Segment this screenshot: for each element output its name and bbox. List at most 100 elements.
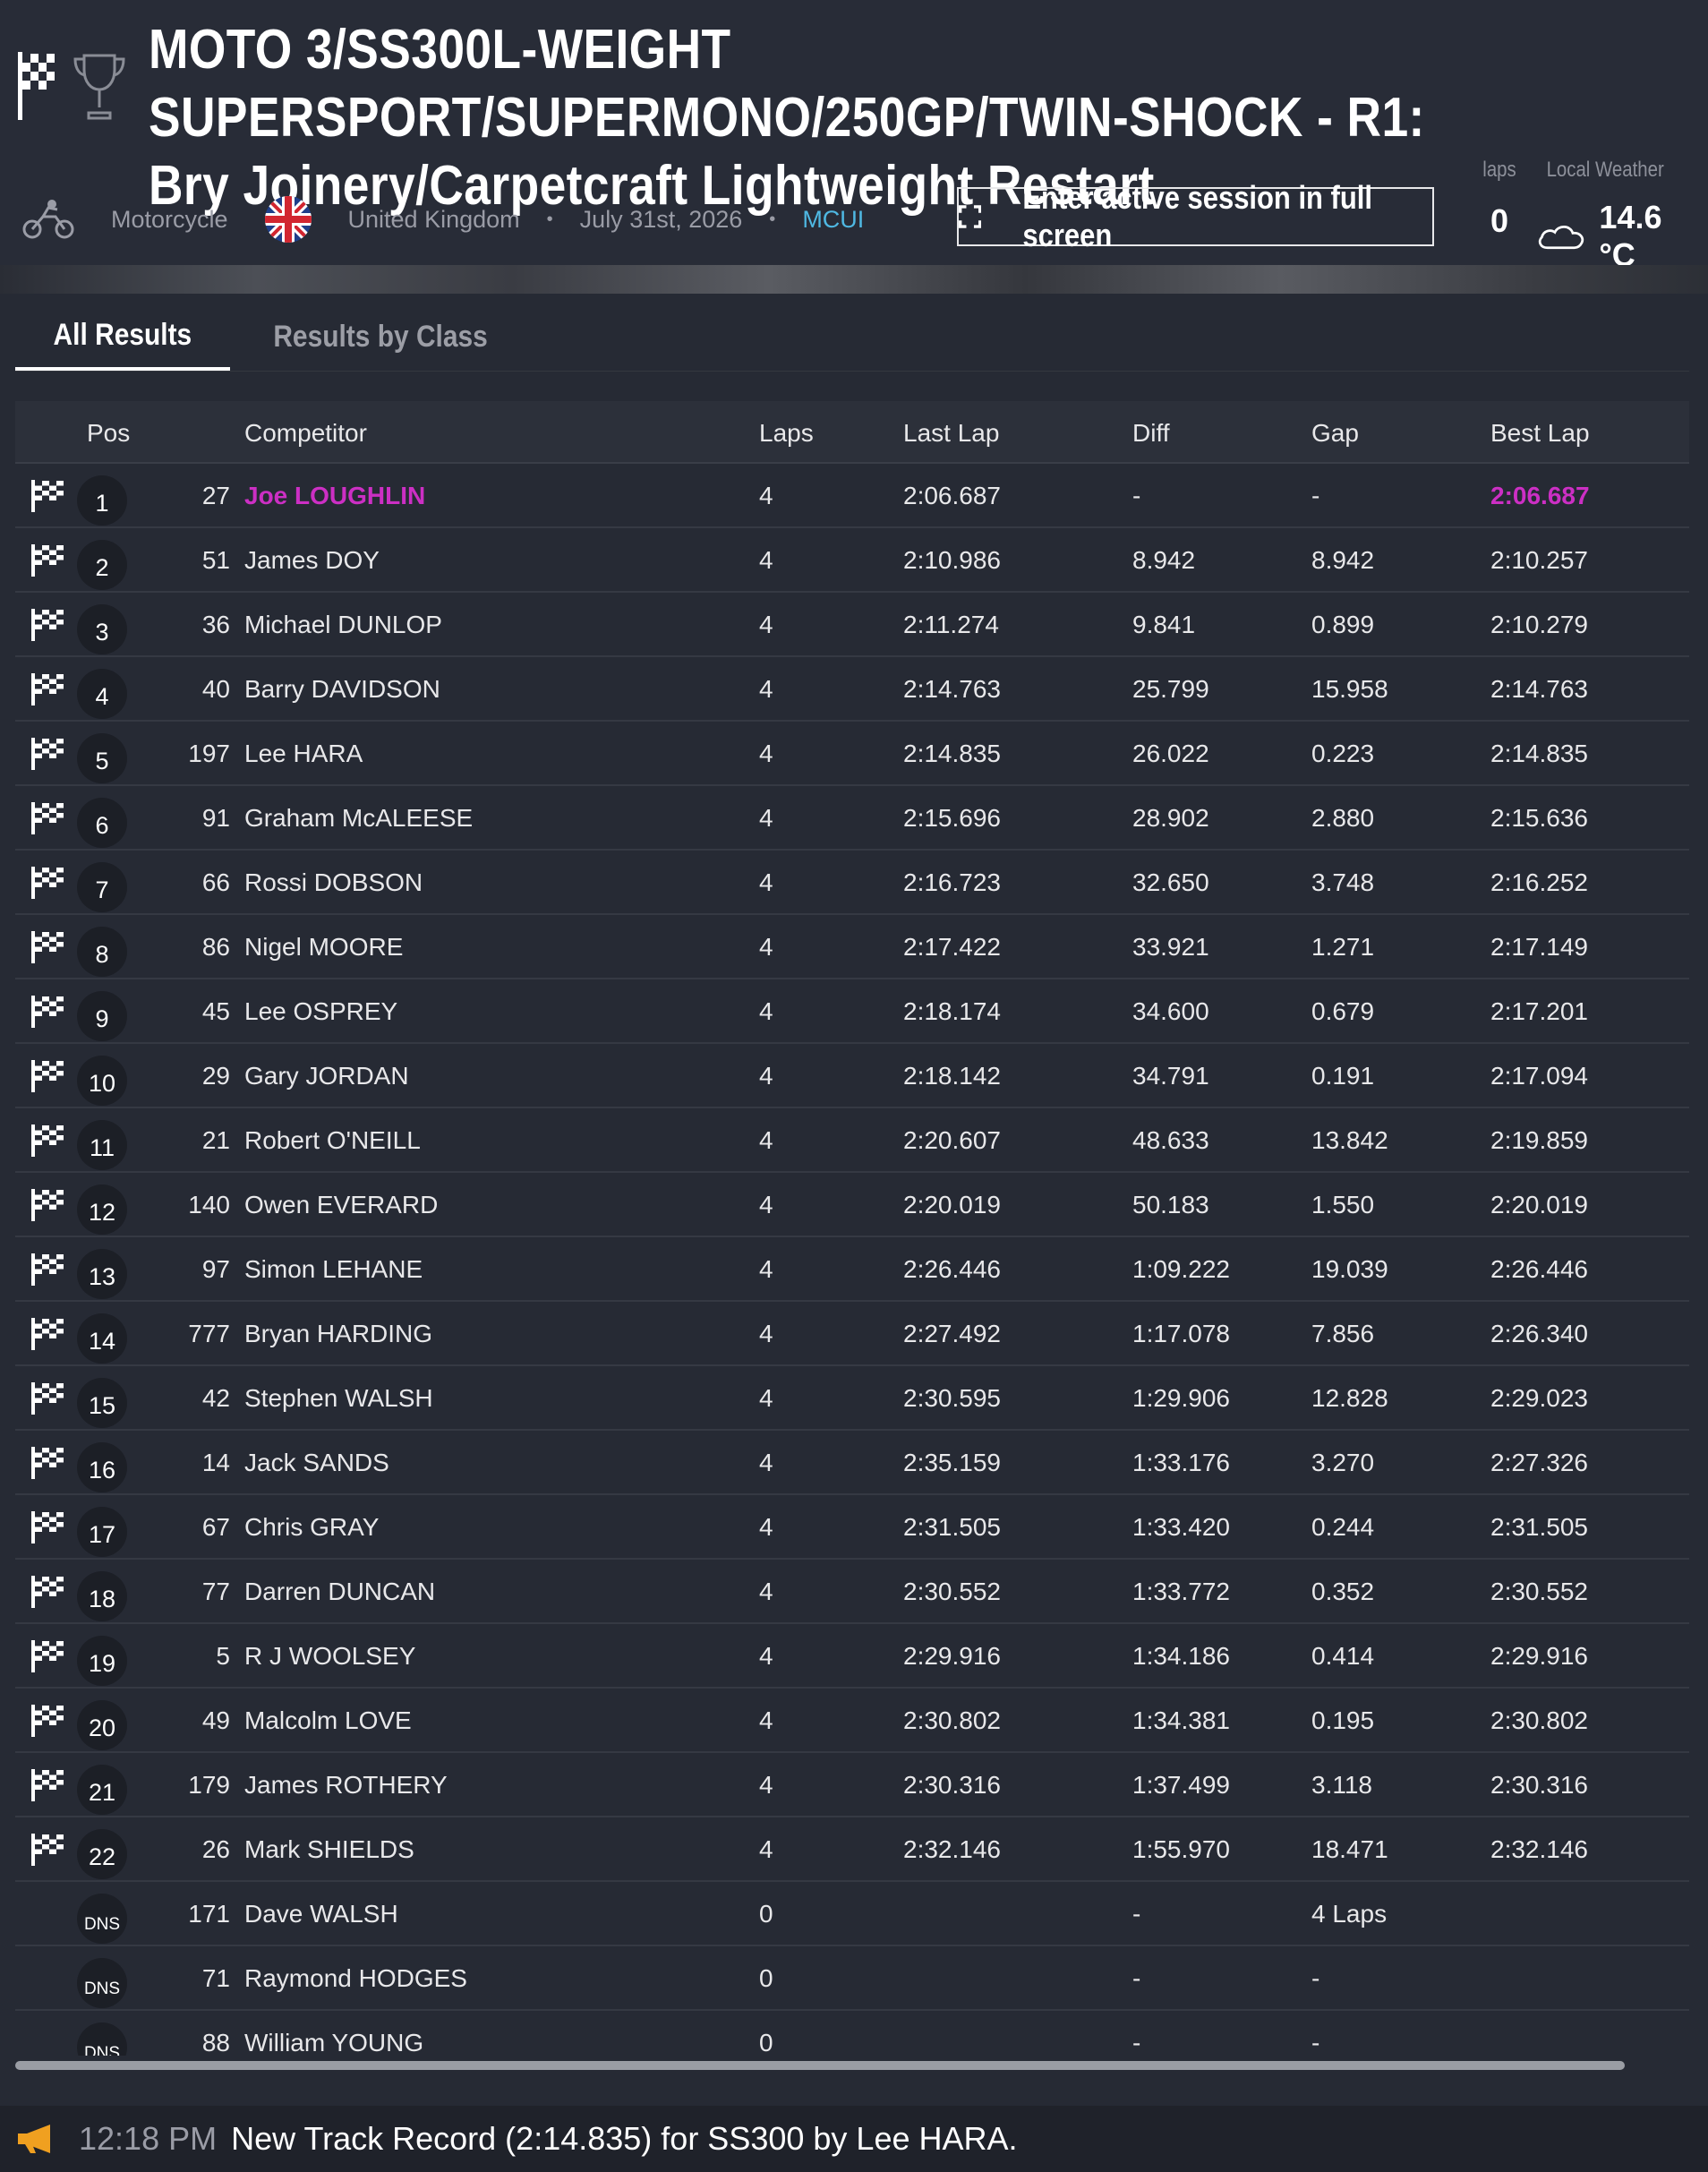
competitor-name[interactable]: Lee HARA xyxy=(244,740,363,768)
competitor-name[interactable]: Barry DAVIDSON xyxy=(244,675,440,704)
competitor-name[interactable]: Nigel MOORE xyxy=(244,933,403,962)
competitor-name[interactable]: Gary JORDAN xyxy=(244,1062,409,1090)
competitor-name[interactable]: Graham McALEESE xyxy=(244,804,473,833)
horizontal-scrollbar[interactable] xyxy=(15,2061,1625,2070)
table-row[interactable]: 6 91 Graham McALEESE 4 2:15.696 28.902 2.880 2:… xyxy=(15,786,1689,851)
col-laps[interactable]: Laps xyxy=(759,419,814,448)
competitor-number: 36 xyxy=(201,611,230,638)
table-row[interactable]: 7 66 Rossi DOBSON 4 2:16.723 32.650 3.748 2:16.… xyxy=(15,851,1689,915)
table-row[interactable]: 14 777 Bryan HARDING 4 2:27.492 1:17.078 7.856… xyxy=(15,1302,1689,1366)
col-last-lap[interactable]: Last Lap xyxy=(903,419,999,448)
table-row[interactable]: 13 97 Simon LEHANE 4 2:26.446 1:09.222 19.039 2… xyxy=(15,1237,1689,1302)
table-row[interactable]: 12 140 Owen EVERARD 4 2:20.019 50.183 1.550 2:2… xyxy=(15,1173,1689,1237)
col-best-lap[interactable]: Best Lap xyxy=(1490,419,1590,448)
last-lap-cell: 2:31.505 xyxy=(903,1513,1001,1541)
position-badge: 15 xyxy=(77,1378,127,1428)
col-pos[interactable]: Pos xyxy=(87,419,130,448)
position-badge: DNS xyxy=(77,2022,127,2056)
table-row[interactable]: DNS 88 William YOUNG 0 - - xyxy=(15,2011,1689,2056)
competitor-name[interactable]: Bryan HARDING xyxy=(244,1320,432,1348)
diff-cell: 32.650 xyxy=(1132,868,1209,896)
best-lap-cell: 2:31.505 xyxy=(1490,1513,1588,1541)
competitor-name[interactable]: Jack SANDS xyxy=(244,1449,389,1477)
competitor-name[interactable]: Owen EVERARD xyxy=(244,1191,438,1219)
table-row[interactable]: DNS 71 Raymond HODGES 0 - - xyxy=(15,1946,1689,2011)
laps-cell: 4 xyxy=(759,1578,773,1605)
position-badge: 14 xyxy=(77,1313,127,1364)
competitor-number: 29 xyxy=(201,1062,230,1090)
position-badge: DNS xyxy=(77,1894,127,1944)
table-row[interactable]: 16 14 Jack SANDS 4 2:35.159 1:33.176 3.270 2:27… xyxy=(15,1431,1689,1495)
col-gap[interactable]: Gap xyxy=(1311,419,1359,448)
best-lap-cell: 2:16.252 xyxy=(1490,868,1588,896)
competitor-name[interactable]: Dave WALSH xyxy=(244,1900,398,1928)
table-row[interactable]: 9 45 Lee OSPREY 4 2:18.174 34.600 0.679 2:17.20… xyxy=(15,979,1689,1044)
competitor-number: 26 xyxy=(201,1835,230,1863)
checkered-flag-icon xyxy=(31,1318,64,1350)
competitor-name[interactable]: Stephen WALSH xyxy=(244,1384,433,1413)
competitor-name[interactable]: Joe LOUGHLIN xyxy=(244,482,425,510)
table-row[interactable]: 5 197 Lee HARA 4 2:14.835 26.022 0.223 2:14.835 xyxy=(15,722,1689,786)
table-row[interactable]: 8 86 Nigel MOORE 4 2:17.422 33.921 1.271 2:17.1… xyxy=(15,915,1689,979)
table-row[interactable]: 17 67 Chris GRAY 4 2:31.505 1:33.420 0.244 2:31… xyxy=(15,1495,1689,1560)
table-row[interactable]: 2 51 James DOY 4 2:10.986 8.942 8.942 2:10.257 xyxy=(15,528,1689,593)
laps-cell: 4 xyxy=(759,1513,773,1541)
tab-results-by-class[interactable]: Results by Class xyxy=(230,303,531,371)
table-row[interactable]: 4 40 Barry DAVIDSON 4 2:14.763 25.799 15.958 2:… xyxy=(15,657,1689,722)
competitor-name[interactable]: Rossi DOBSON xyxy=(244,868,423,897)
table-row[interactable]: 3 36 Michael DUNLOP 4 2:11.274 9.841 0.899 2:10… xyxy=(15,593,1689,657)
checkered-flag-icon xyxy=(31,609,64,641)
competitor-name[interactable]: Michael DUNLOP xyxy=(244,611,442,639)
laps-cell: 4 xyxy=(759,1384,773,1412)
competitor-name[interactable]: Raymond HODGES xyxy=(244,1964,467,1993)
table-row[interactable]: 21 179 James ROTHERY 4 2:30.316 1:37.499 3.118… xyxy=(15,1753,1689,1817)
competitor-name[interactable]: Darren DUNCAN xyxy=(244,1578,435,1606)
table-row[interactable]: 22 26 Mark SHIELDS 4 2:32.146 1:55.970 18.471 2… xyxy=(15,1817,1689,1882)
sport-label: Motorcycle xyxy=(111,205,228,233)
tab-all-results[interactable]: All Results xyxy=(15,303,230,371)
checkered-flag-icon xyxy=(31,1705,64,1737)
competitor-name[interactable]: Mark SHIELDS xyxy=(244,1835,414,1864)
laps-cell: 4 xyxy=(759,675,773,703)
competitor-number: 49 xyxy=(201,1706,230,1734)
competitor-name[interactable]: Robert O'NEILL xyxy=(244,1126,421,1155)
best-lap-cell: 2:17.201 xyxy=(1490,997,1588,1025)
competitor-number: 140 xyxy=(188,1191,230,1219)
diff-cell: 1:33.420 xyxy=(1132,1513,1230,1541)
checkered-flag-icon xyxy=(31,1189,64,1221)
table-row[interactable]: 18 77 Darren DUNCAN 4 2:30.552 1:33.772 0.352 2… xyxy=(15,1560,1689,1624)
competitor-number: 21 xyxy=(201,1126,230,1154)
diff-cell: - xyxy=(1132,1900,1141,1928)
competitor-name[interactable]: James ROTHERY xyxy=(244,1771,448,1800)
col-diff[interactable]: Diff xyxy=(1132,419,1170,448)
best-lap-cell: 2:20.019 xyxy=(1490,1191,1588,1219)
results-table[interactable]: Pos Competitor Laps Last Lap Diff Gap Be… xyxy=(15,401,1689,2056)
weather-panel: Local Weather 14.6 °C xyxy=(1536,158,1697,274)
table-row[interactable]: 10 29 Gary JORDAN 4 2:18.142 34.791 0.191 2:17.… xyxy=(15,1044,1689,1108)
competitor-name[interactable]: Chris GRAY xyxy=(244,1513,379,1542)
competitor-name[interactable]: Malcolm LOVE xyxy=(244,1706,412,1735)
table-row[interactable]: DNS 171 Dave WALSH 0 - 4 Laps xyxy=(15,1882,1689,1946)
table-row[interactable]: 11 21 Robert O'NEILL 4 2:20.607 48.633 13.842 2… xyxy=(15,1108,1689,1173)
last-lap-cell: 2:18.142 xyxy=(903,1062,1001,1090)
diff-cell: 1:55.970 xyxy=(1132,1835,1230,1863)
competitor-name[interactable]: Simon LEHANE xyxy=(244,1255,423,1284)
gap-cell: 12.828 xyxy=(1311,1384,1388,1412)
competitor-name[interactable]: Lee OSPREY xyxy=(244,997,397,1026)
laps-cell: 4 xyxy=(759,482,773,509)
best-lap-cell: 2:27.326 xyxy=(1490,1449,1588,1476)
table-row[interactable]: 19 5 R J WOOLSEY 4 2:29.916 1:34.186 0.414 2:29… xyxy=(15,1624,1689,1689)
organizer-link[interactable]: MCUI xyxy=(802,206,864,234)
col-competitor[interactable]: Competitor xyxy=(244,419,367,448)
fullscreen-button[interactable]: Enter active session in full screen xyxy=(957,179,1434,253)
table-row[interactable]: 20 49 Malcolm LOVE 4 2:30.802 1:34.381 0.195 2:… xyxy=(15,1689,1689,1753)
competitor-number: 197 xyxy=(188,740,230,767)
competitor-name[interactable]: William YOUNG xyxy=(244,2029,423,2056)
table-row[interactable]: 15 42 Stephen WALSH 4 2:30.595 1:29.906 12.828… xyxy=(15,1366,1689,1431)
competitor-name[interactable]: R J WOOLSEY xyxy=(244,1642,415,1671)
gap-cell: 0.899 xyxy=(1311,611,1375,638)
competitor-name[interactable]: James DOY xyxy=(244,546,380,575)
checkered-flag-icon xyxy=(31,996,64,1028)
table-row[interactable]: 1 27 Joe LOUGHLIN 4 2:06.687 - - 2:06.687 xyxy=(15,464,1689,528)
tabs-divider xyxy=(15,371,1689,372)
